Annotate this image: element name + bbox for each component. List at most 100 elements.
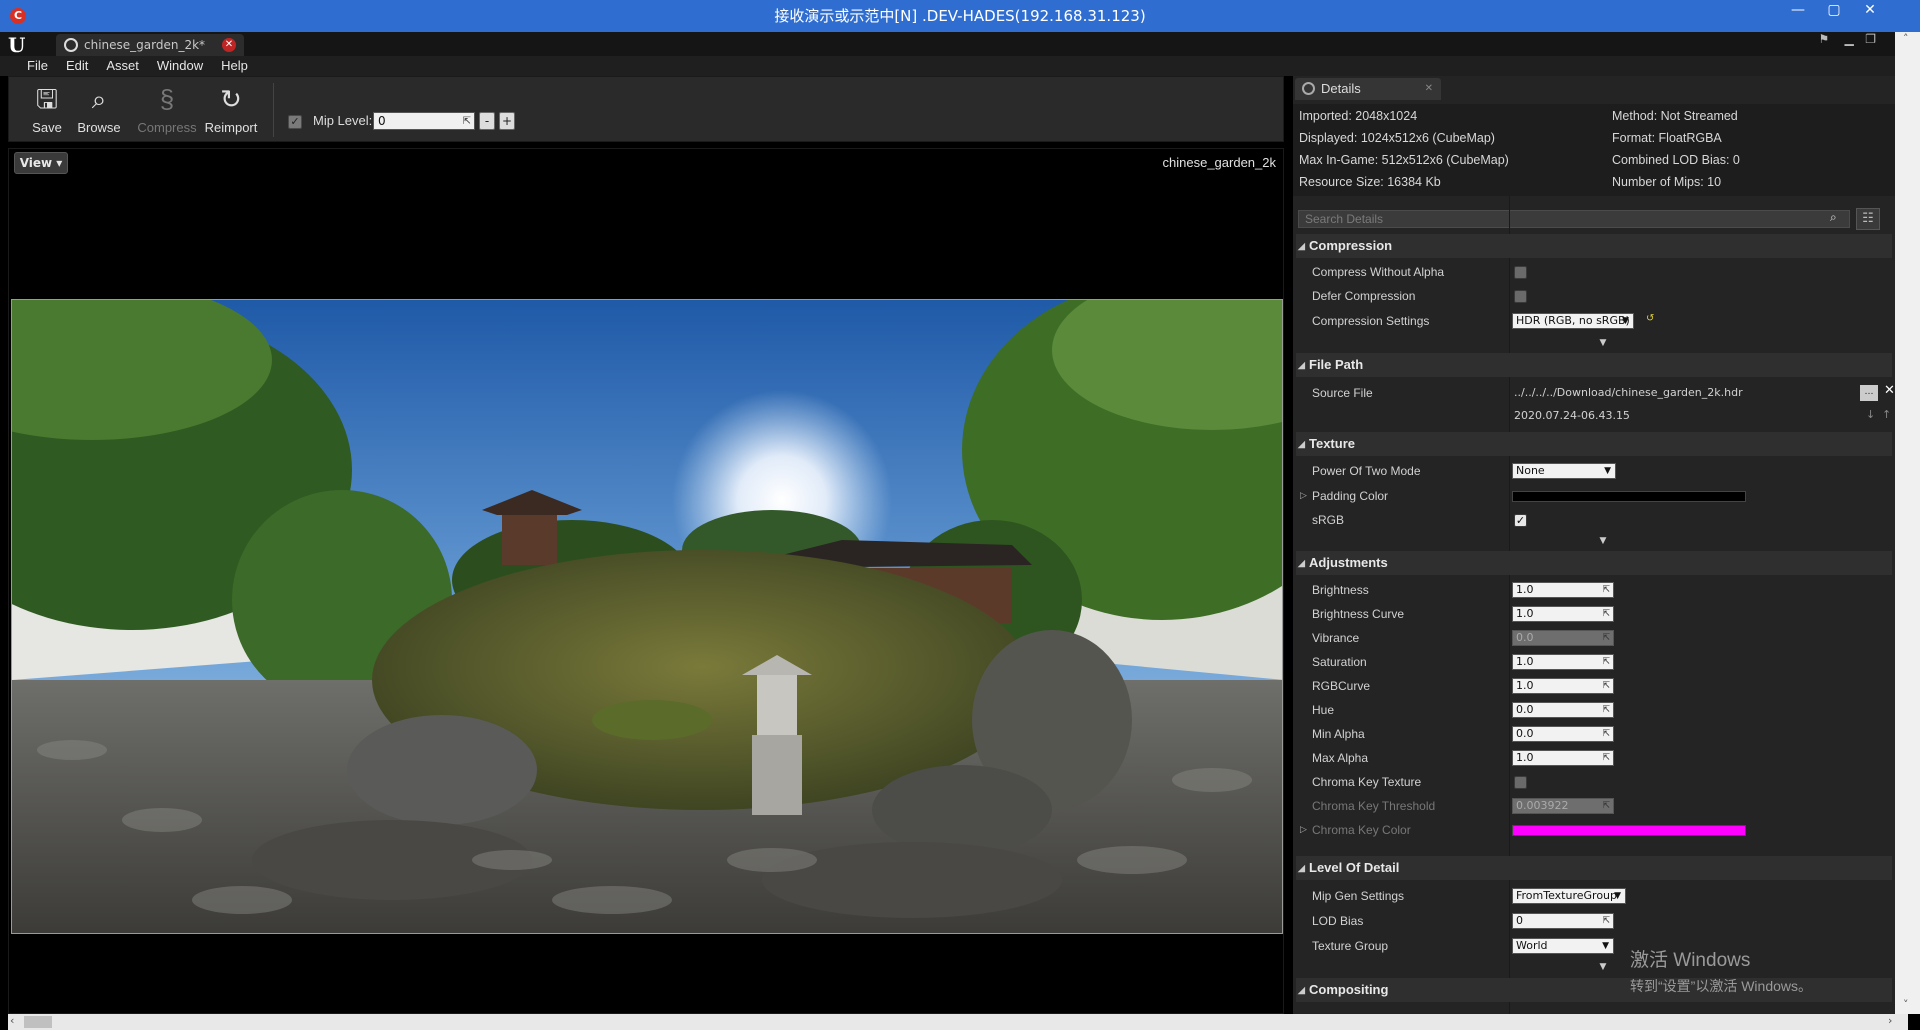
advanced-expand-icon[interactable]: ▼ [1597, 962, 1609, 974]
category-level-of-detail[interactable]: ◢ Level Of Detail [1296, 856, 1892, 880]
spin-arrows-icon[interactable]: ⇱ [1602, 751, 1610, 765]
vibrance-input[interactable]: 0.0 ⇱ [1512, 630, 1614, 646]
advanced-expand-icon[interactable]: ▼ [1597, 536, 1609, 548]
chroma-key-threshold-value: 0.003922 [1516, 799, 1569, 812]
mip-level-checkbox[interactable]: ✓ [288, 115, 302, 129]
category-adjustments[interactable]: ◢ Adjustments [1296, 551, 1892, 575]
spin-arrows-icon[interactable]: ⇱ [1602, 914, 1610, 928]
menu-file[interactable]: File [18, 56, 57, 76]
brightness-input[interactable]: 1.0 ⇱ [1512, 582, 1614, 598]
expand-arrow-icon[interactable]: ▷ [1300, 484, 1307, 508]
texture-group-label: Texture Group [1312, 939, 1389, 953]
menu-window[interactable]: Window [148, 56, 212, 76]
row-padding-color: ▷ Padding Color [1296, 484, 1892, 508]
remote-window-titlebar: C 接收演示或示范中[N] .DEV-HADES(192.168.31.123)… [0, 0, 1920, 32]
scroll-down-icon[interactable]: ˅ [1903, 998, 1909, 1011]
scroll-left-icon[interactable]: ‹ [10, 1014, 14, 1027]
row-source-file: Source File ../../../../Download/chinese… [1296, 381, 1895, 405]
dropdown-arrow-icon: ▼ [1622, 316, 1629, 326]
spin-arrows-icon[interactable]: ⇱ [1602, 799, 1610, 813]
mip-increase-button[interactable]: + [499, 112, 515, 130]
spin-arrows-icon[interactable]: ⇱ [1602, 703, 1610, 717]
editor-minimize-icon[interactable]: ▁ [1845, 32, 1854, 46]
browse-file-button[interactable]: … [1860, 385, 1878, 401]
editor-window-controls[interactable]: ⚑ ▁ ❐ [1819, 32, 1876, 46]
chroma-key-threshold-input[interactable]: 0.003922 ⇱ [1512, 798, 1614, 814]
move-down-icon[interactable]: ↓ [1866, 408, 1875, 421]
browse-button[interactable]: ⌕ Browse [69, 81, 129, 135]
power-of-two-dropdown[interactable]: None ▼ [1512, 463, 1616, 479]
horizontal-scrollbar[interactable]: ‹ › [8, 1014, 1908, 1030]
defer-compression-checkbox[interactable] [1514, 290, 1527, 303]
spin-arrows-icon[interactable]: ⇱ [1602, 631, 1610, 645]
srgb-label: sRGB [1312, 513, 1345, 527]
details-tab-close-icon[interactable]: ✕ [1425, 78, 1433, 100]
reimport-button[interactable]: ↻ Reimport [201, 81, 261, 135]
clear-path-icon[interactable]: ✕ [1884, 383, 1895, 398]
category-file-path[interactable]: ◢ File Path [1296, 353, 1892, 377]
rgbcurve-input[interactable]: 1.0 ⇱ [1512, 678, 1614, 694]
spin-arrows-icon[interactable]: ⇱ [463, 114, 471, 130]
browse-magnifier-icon: ⌕ [91, 84, 107, 114]
vertical-scrollbar[interactable]: ˄ ˅ [1895, 32, 1920, 1014]
collapse-arrow-icon: ◢ [1298, 558, 1305, 568]
category-texture[interactable]: ◢ Texture [1296, 432, 1892, 456]
srgb-checkbox[interactable]: ✓ [1514, 514, 1527, 527]
asset-editor-tab[interactable]: chinese_garden_2k* ✕ [56, 34, 244, 56]
spin-arrows-icon[interactable]: ⇱ [1602, 655, 1610, 669]
mip-level-input[interactable]: 0 ⇱ [373, 112, 475, 130]
compress-icon: § [159, 84, 175, 114]
tab-close-icon[interactable]: ✕ [222, 38, 236, 52]
close-icon[interactable]: ✕ [1852, 0, 1888, 22]
move-up-icon[interactable]: ↑ [1882, 408, 1891, 421]
details-tab[interactable]: Details ✕ [1295, 78, 1441, 100]
mip-decrease-button[interactable]: - [479, 112, 495, 130]
maximize-icon[interactable]: ▢ [1816, 0, 1852, 22]
spin-arrows-icon[interactable]: ⇱ [1602, 679, 1610, 693]
expand-arrow-icon[interactable]: ▷ [1300, 818, 1307, 842]
row-min-alpha: Min Alpha 0.0 ⇱ [1296, 722, 1892, 746]
compress-button[interactable]: § Compress [137, 81, 197, 135]
padding-color-swatch[interactable] [1512, 491, 1746, 502]
horizontal-scroll-thumb[interactable] [24, 1016, 52, 1028]
source-file-timestamp: 2020.07.24-06.43.15 [1514, 409, 1630, 422]
view-options-icon[interactable]: ☷ [1856, 208, 1880, 230]
min-alpha-input[interactable]: 0.0 ⇱ [1512, 726, 1614, 742]
row-source-timestamp: 2020.07.24-06.43.15 ↓ ↑ [1296, 404, 1892, 428]
save-button[interactable]: 🖫 Save [17, 81, 77, 135]
chroma-key-color-swatch[interactable] [1512, 825, 1746, 836]
details-tab-label: Details [1321, 81, 1361, 96]
vibrance-value: 0.0 [1516, 631, 1534, 644]
advanced-expand-icon[interactable]: ▼ [1597, 338, 1609, 350]
saturation-input[interactable]: 1.0 ⇱ [1512, 654, 1614, 670]
menu-edit[interactable]: Edit [57, 56, 97, 76]
mip-gen-settings-dropdown[interactable]: FromTextureGroup ▼ [1512, 888, 1626, 904]
spin-arrows-icon[interactable]: ⇱ [1602, 607, 1610, 621]
collapse-arrow-icon: ◢ [1298, 863, 1305, 873]
row-compression-settings: Compression Settings HDR (RGB, no sRGB) … [1296, 309, 1892, 333]
brightness-curve-input[interactable]: 1.0 ⇱ [1512, 606, 1614, 622]
max-alpha-input[interactable]: 1.0 ⇱ [1512, 750, 1614, 766]
spin-arrows-icon[interactable]: ⇱ [1602, 583, 1610, 597]
feedback-icon[interactable]: ⚑ [1819, 32, 1830, 46]
spin-arrows-icon[interactable]: ⇱ [1602, 727, 1610, 741]
menu-asset[interactable]: Asset [97, 56, 148, 76]
search-details-input[interactable]: Search Details [1298, 210, 1850, 228]
menu-help[interactable]: Help [212, 56, 257, 76]
editor-restore-icon[interactable]: ❐ [1865, 32, 1876, 46]
lod-bias-input[interactable]: 0 ⇱ [1512, 913, 1614, 929]
minimize-icon[interactable]: — [1780, 0, 1816, 22]
collapse-arrow-icon: ◢ [1298, 241, 1305, 251]
hue-input[interactable]: 0.0 ⇱ [1512, 702, 1614, 718]
texture-group-dropdown[interactable]: World ▼ [1512, 938, 1614, 954]
compress-without-alpha-checkbox[interactable] [1514, 266, 1527, 279]
reset-to-default-icon[interactable]: ↺ [1646, 313, 1654, 324]
category-compression[interactable]: ◢ Compression [1296, 234, 1892, 258]
texture-group-value: World [1516, 939, 1548, 952]
view-options-button[interactable]: View ▾ [14, 152, 68, 174]
compression-settings-dropdown[interactable]: HDR (RGB, no sRGB) ▼ [1512, 313, 1634, 329]
scroll-up-icon[interactable]: ˄ [1903, 32, 1909, 45]
scroll-right-icon[interactable]: › [1888, 1014, 1892, 1027]
chroma-key-texture-checkbox[interactable] [1514, 776, 1527, 789]
reimport-label: Reimport [204, 120, 258, 135]
